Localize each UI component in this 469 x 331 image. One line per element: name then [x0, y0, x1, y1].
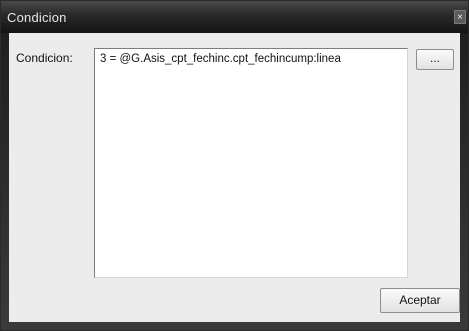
- window-title: Condicion: [7, 10, 67, 25]
- condition-label: Condicion:: [16, 51, 73, 65]
- close-icon[interactable]: ×: [454, 10, 466, 24]
- title-bar[interactable]: Condicion ×: [1, 1, 468, 33]
- accept-button[interactable]: Aceptar: [380, 288, 460, 313]
- condition-value: 3 = @G.Asis_cpt_fechinc.cpt_fechincump:l…: [100, 53, 341, 65]
- condition-textarea[interactable]: 3 = @G.Asis_cpt_fechinc.cpt_fechincump:l…: [94, 48, 408, 278]
- browse-button[interactable]: ...: [416, 49, 454, 70]
